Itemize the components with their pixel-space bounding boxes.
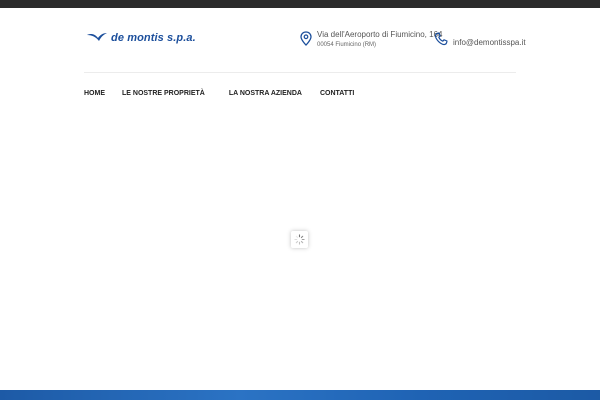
email-link[interactable]: info@demontisspa.it <box>453 38 526 47</box>
page: de montis s.p.a. Via dell'Aeroporto di F… <box>0 0 600 400</box>
phone-icon <box>434 31 448 45</box>
header-divider <box>84 72 516 73</box>
address-city: 00054 Fiumicino (RM) <box>317 42 377 48</box>
main-nav: HOME LE NOSTRE PROPRIETÀ LA NOSTRA AZIEN… <box>84 88 354 98</box>
contact-address: Via dell'Aeroporto di Fiumicino, 164 000… <box>300 30 442 50</box>
contact-email: info@demontisspa.it <box>434 30 526 47</box>
map-pin-icon <box>300 31 312 46</box>
logo-text: de montis s.p.a. <box>111 32 196 44</box>
seagull-logo-icon <box>87 33 107 41</box>
top-bar <box>0 0 600 8</box>
nav-item-company[interactable]: LA NOSTRA AZIENDA <box>229 90 302 97</box>
nav-item-properties[interactable]: LE NOSTRE PROPRIETÀ <box>122 90 205 97</box>
nav-item-home[interactable]: HOME <box>84 90 105 97</box>
site-logo[interactable]: de montis s.p.a. <box>86 30 196 46</box>
page-loader <box>291 231 308 248</box>
address-street: Via dell'Aeroporto di Fiumicino, 164 <box>317 30 443 39</box>
nav-item-contacts[interactable]: CONTATTI <box>320 90 354 97</box>
loading-spinner-icon <box>294 234 305 245</box>
footer-band <box>0 390 600 400</box>
